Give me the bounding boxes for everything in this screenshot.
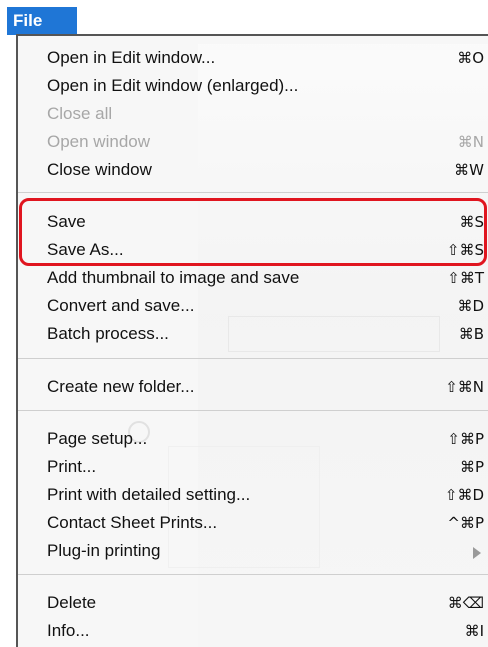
menu-item-delete[interactable]: Delete ⌘⌫ bbox=[18, 589, 488, 617]
menu-item-close-all[interactable]: Close all bbox=[18, 100, 488, 128]
menu-item-convert-and-save[interactable]: Convert and save... ⌘D bbox=[18, 292, 488, 320]
menu-item-open-in-edit-window-enlarged[interactable]: Open in Edit window (enlarged)... bbox=[18, 72, 488, 100]
menu-separator bbox=[18, 574, 488, 575]
menu-item-add-thumbnail-to-image-and-save[interactable]: Add thumbnail to image and save ⇧⌘T bbox=[18, 264, 488, 292]
menu-item-save-as[interactable]: Save As... ⇧⌘S bbox=[18, 236, 488, 264]
menu-item-label: Create new folder... bbox=[47, 377, 195, 396]
menu-item-label: Page setup... bbox=[47, 429, 148, 448]
menu-item-shortcut: ⇧⌘S bbox=[446, 241, 484, 259]
menu-item-shortcut: ⌘W bbox=[454, 161, 484, 179]
menu-item-page-setup[interactable]: Page setup... ⇧⌘P bbox=[18, 425, 488, 453]
menu-item-label: Plug-in printing bbox=[47, 541, 161, 560]
menu-item-label: Add thumbnail to image and save bbox=[47, 268, 300, 287]
menu-item-print-with-detailed-setting[interactable]: Print with detailed setting... ⇧⌘D bbox=[18, 481, 488, 509]
menu-item-label: Save bbox=[47, 212, 86, 231]
menu-item-shortcut: ⇧⌘D bbox=[444, 486, 484, 504]
menu-item-shortcut: ⌘D bbox=[457, 297, 484, 315]
menu-item-shortcut: ⌘B bbox=[458, 325, 484, 343]
menu-item-shortcut: ^⌘P bbox=[447, 514, 484, 532]
menu-item-shortcut: ⌘I bbox=[464, 622, 484, 640]
menu-item-label: Save As... bbox=[47, 240, 124, 259]
menu-item-label: Open window bbox=[47, 132, 151, 151]
menu-item-label: Open in Edit window (enlarged)... bbox=[47, 76, 299, 95]
menu-item-print[interactable]: Print... ⌘P bbox=[18, 453, 488, 481]
menu-item-plug-in-printing[interactable]: Plug-in printing bbox=[18, 537, 488, 565]
menu-item-label: Contact Sheet Prints... bbox=[47, 513, 218, 532]
menu-item-shortcut: ⇧⌘N bbox=[445, 378, 484, 396]
menu-item-shortcut: ⌘⌫ bbox=[447, 594, 484, 612]
menu-item-shortcut: ⌘S bbox=[459, 213, 484, 231]
menu-item-label: Convert and save... bbox=[47, 296, 195, 315]
menu-item-shortcut: ⌘P bbox=[459, 458, 484, 476]
menu-item-close-window[interactable]: Close window ⌘W bbox=[18, 156, 488, 184]
menu-item-label: Close all bbox=[47, 104, 113, 123]
menu-item-create-new-folder[interactable]: Create new folder... ⇧⌘N bbox=[18, 373, 488, 401]
file-menu-title[interactable]: File bbox=[7, 7, 77, 35]
menu-item-shortcut: ⇧⌘P bbox=[447, 430, 484, 448]
menu-item-shortcut: ⌘O bbox=[457, 49, 484, 67]
menu-item-shortcut: ⇧⌘T bbox=[447, 269, 484, 287]
menu-separator bbox=[18, 192, 488, 193]
menu-item-label: Info... bbox=[47, 621, 90, 640]
menu-item-contact-sheet-prints[interactable]: Contact Sheet Prints... ^⌘P bbox=[18, 509, 488, 537]
submenu-arrow-icon bbox=[473, 547, 481, 559]
menu-separator bbox=[18, 358, 488, 359]
menu-item-label: Delete bbox=[47, 593, 97, 612]
menu-item-label: Close window bbox=[47, 160, 152, 179]
menu-item-label: Batch process... bbox=[47, 324, 169, 343]
menu-item-label: Open in Edit window... bbox=[47, 48, 216, 67]
menu-item-label: Print... bbox=[47, 457, 97, 476]
menu-separator bbox=[18, 410, 488, 411]
menu-item-label: Print with detailed setting... bbox=[47, 485, 251, 504]
file-menu-panel: Open in Edit window... ⌘O Open in Edit w… bbox=[16, 34, 488, 647]
menu-item-open-window[interactable]: Open window ⌘N bbox=[18, 128, 488, 156]
menu-item-open-in-edit-window[interactable]: Open in Edit window... ⌘O bbox=[18, 44, 488, 72]
menu-item-shortcut: ⌘N bbox=[457, 133, 484, 151]
menu-bar: File bbox=[0, 0, 488, 35]
menu-item-batch-process[interactable]: Batch process... ⌘B bbox=[18, 320, 488, 348]
menu-item-info[interactable]: Info... ⌘I bbox=[18, 617, 488, 645]
menu-item-save[interactable]: Save ⌘S bbox=[18, 208, 488, 236]
